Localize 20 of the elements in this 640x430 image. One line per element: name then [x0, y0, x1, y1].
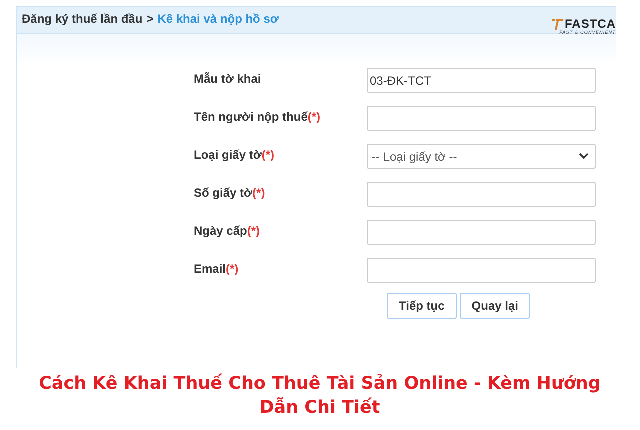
breadcrumb-separator: > — [146, 12, 154, 26]
breadcrumb-current: Kê khai và nộp hồ sơ — [158, 12, 279, 26]
breadcrumb-link[interactable]: Đăng ký thuế lần đầu — [22, 12, 143, 26]
field-label: Tên người nộp thuế(*) — [194, 109, 322, 124]
field-label: Mẫu tờ khai — [194, 71, 262, 86]
field-label: Email(*) — [194, 261, 240, 276]
input-field[interactable] — [367, 182, 596, 207]
form-button[interactable]: Tiếp tục — [387, 293, 457, 319]
chevron-down-icon — [579, 153, 589, 160]
field-label: Số giấy tờ(*) — [194, 185, 266, 200]
form-button[interactable]: Quay lại — [460, 293, 530, 319]
field-label: Loại giấy tờ(*) — [194, 147, 276, 162]
input-field[interactable]: 03-ĐK-TCT — [367, 68, 596, 93]
input-field[interactable] — [367, 220, 596, 245]
article-title: Cách Kê Khai Thuế Cho Thuê Tài Sản Online - Kèm Hướng Dẫn Chi Tiết — [38, 372, 602, 420]
field-label: Ngày cấp(*) — [194, 223, 262, 238]
input-field[interactable] — [367, 258, 596, 283]
logo-text: FASTCA — [565, 18, 616, 30]
select-field[interactable]: -- Loại giấy tờ -- — [367, 144, 596, 169]
input-field[interactable] — [367, 106, 596, 131]
